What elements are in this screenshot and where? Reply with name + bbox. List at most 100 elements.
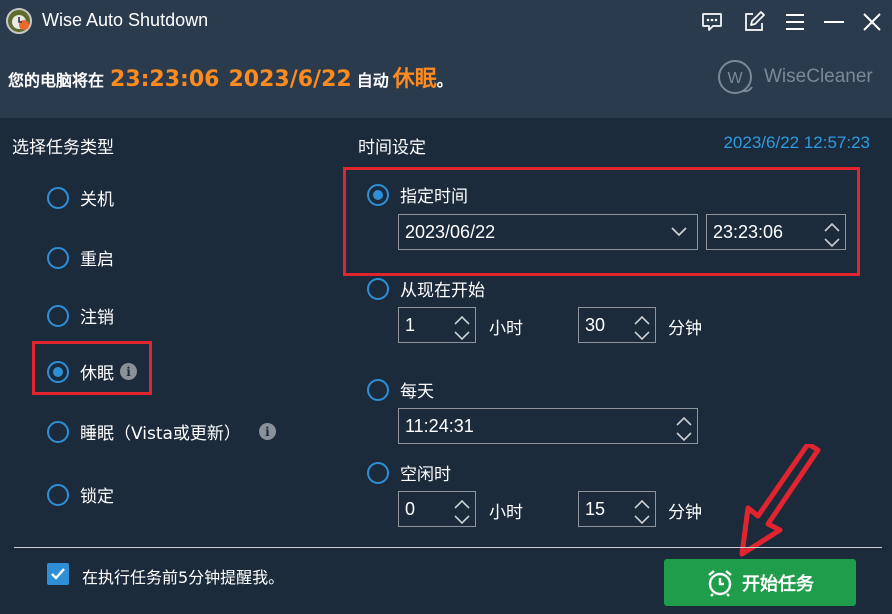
task-option-label: 休眠 (80, 364, 114, 384)
from-now-minutes-spinner[interactable]: 30 (578, 307, 656, 343)
date-picker[interactable]: 2023/06/22 (398, 214, 698, 250)
hours-unit-label: 小时 (489, 503, 523, 523)
menu-icon (786, 14, 804, 30)
reminder-checkbox[interactable] (47, 563, 69, 585)
radio-circle (367, 461, 389, 484)
spinner-arrows (631, 492, 653, 526)
feedback-icon (702, 13, 722, 31)
scheduled-action: 休眠 (392, 67, 437, 92)
title-bar: Wise Auto Shutdown (0, 0, 892, 44)
task-option-shutdown[interactable]: 关机 (47, 185, 114, 210)
radio-idle[interactable]: 空闲时 (367, 460, 451, 485)
current-datetime: 2023/6/22 12:57:23 (723, 133, 870, 152)
minutes-unit-label: 分钟 (668, 319, 702, 339)
task-option-lock[interactable]: 锁定 (47, 482, 114, 507)
feedback-button[interactable] (696, 7, 728, 37)
minutes-unit-label: 分钟 (668, 503, 702, 523)
window-title: Wise Auto Shutdown (42, 10, 209, 30)
hours-value: 0 (405, 498, 416, 519)
radio-daily[interactable]: 每天 (367, 377, 434, 402)
scheduled-date: 2023/6/22 (228, 67, 352, 92)
radio-circle (47, 246, 69, 269)
spin-down-icon[interactable] (454, 509, 470, 525)
task-option-sleep[interactable]: 睡眠（Vista或更新） i (47, 419, 276, 444)
from-now-hours-spinner[interactable]: 1 (398, 307, 476, 343)
spinner-arrows (631, 308, 653, 342)
radio-circle-selected (367, 183, 389, 206)
info-icon[interactable]: i (120, 363, 137, 380)
minimize-button[interactable] (818, 7, 850, 37)
date-value: 2023/06/22 (405, 221, 496, 242)
radio-circle-selected (47, 360, 69, 383)
task-option-label: 重启 (80, 250, 114, 270)
alarm-clock-icon (708, 569, 732, 597)
radio-specified-time[interactable]: 指定时间 (367, 182, 468, 207)
radio-from-now[interactable]: 从现在开始 (367, 276, 485, 301)
radio-circle (47, 186, 69, 209)
daily-time-value: 11:24:31 (405, 415, 474, 436)
time-settings-heading: 时间设定 (358, 138, 426, 158)
spinner-arrows (451, 492, 473, 526)
idle-hours-spinner[interactable]: 0 (398, 491, 476, 527)
spin-down-icon[interactable] (634, 325, 650, 341)
minutes-value: 15 (585, 498, 606, 519)
time-spinner[interactable]: 23:23:06 (706, 214, 846, 250)
idle-minutes-spinner[interactable]: 15 (578, 491, 656, 527)
radio-circle (47, 304, 69, 327)
spin-down-icon[interactable] (676, 426, 692, 442)
spinner-arrows (451, 308, 473, 342)
wisecleaner-logo-icon: W (718, 60, 753, 94)
spin-down-icon[interactable] (824, 232, 840, 248)
menu-button[interactable] (779, 7, 811, 37)
reminder-label[interactable]: 在执行任务前5分钟提醒我。 (82, 564, 284, 588)
minimize-icon (824, 21, 844, 23)
app-logo-icon (6, 8, 32, 34)
scheduled-time: 23:23:06 (110, 67, 220, 92)
chevron-down-icon[interactable] (671, 227, 687, 237)
brand-name: WiseCleaner (764, 66, 873, 87)
checkmark-icon (51, 568, 65, 580)
radio-label: 指定时间 (400, 187, 468, 207)
spin-up-icon[interactable] (454, 311, 470, 325)
radio-circle (47, 420, 69, 443)
status-suffix: 。 (436, 71, 453, 90)
close-button[interactable] (856, 7, 888, 37)
spin-up-icon[interactable] (454, 495, 470, 509)
radio-circle (47, 483, 69, 506)
time-value: 23:23:06 (713, 221, 784, 242)
task-option-label: 关机 (80, 190, 114, 210)
daily-time-spinner[interactable]: 11:24:31 (398, 408, 698, 444)
status-prefix: 您的电脑将在 (8, 71, 105, 90)
wisecleaner-logo[interactable]: W WiseCleaner (716, 58, 873, 96)
spin-up-icon[interactable] (676, 412, 692, 426)
radio-label: 空闲时 (400, 465, 451, 485)
annotation-arrow-icon (739, 444, 821, 557)
radio-label: 从现在开始 (400, 281, 485, 301)
info-icon[interactable]: i (258, 423, 276, 440)
edit-button[interactable] (738, 7, 770, 37)
spinner-arrows (821, 215, 843, 249)
brand-mark: W (727, 70, 743, 87)
task-option-hibernate[interactable]: 休眠 i (47, 359, 137, 384)
spin-up-icon[interactable] (634, 495, 650, 509)
start-task-button[interactable]: 开始任务 (664, 559, 856, 606)
spin-up-icon[interactable] (634, 311, 650, 325)
hours-unit-label: 小时 (489, 319, 523, 339)
edit-icon (745, 11, 765, 31)
status-header: 您的电脑将在 23:23:06 2023/6/22 自动 休眠 。 W Wise… (0, 44, 892, 118)
close-icon (863, 13, 881, 31)
task-type-heading: 选择任务类型 (12, 138, 114, 158)
spin-down-icon[interactable] (634, 509, 650, 525)
hours-value: 1 (405, 314, 416, 335)
radio-label: 每天 (400, 382, 434, 402)
radio-circle (367, 277, 389, 300)
spin-down-icon[interactable] (454, 325, 470, 341)
task-option-logoff[interactable]: 注销 (47, 303, 114, 328)
task-option-restart[interactable]: 重启 (47, 245, 114, 270)
task-option-label: 锁定 (80, 487, 114, 507)
minutes-value: 30 (585, 314, 606, 335)
radio-circle (367, 378, 389, 401)
spin-up-icon[interactable] (824, 218, 840, 232)
shutdown-status: 您的电脑将在 23:23:06 2023/6/22 自动 休眠 。 (8, 61, 453, 93)
spinner-arrows (673, 409, 695, 443)
